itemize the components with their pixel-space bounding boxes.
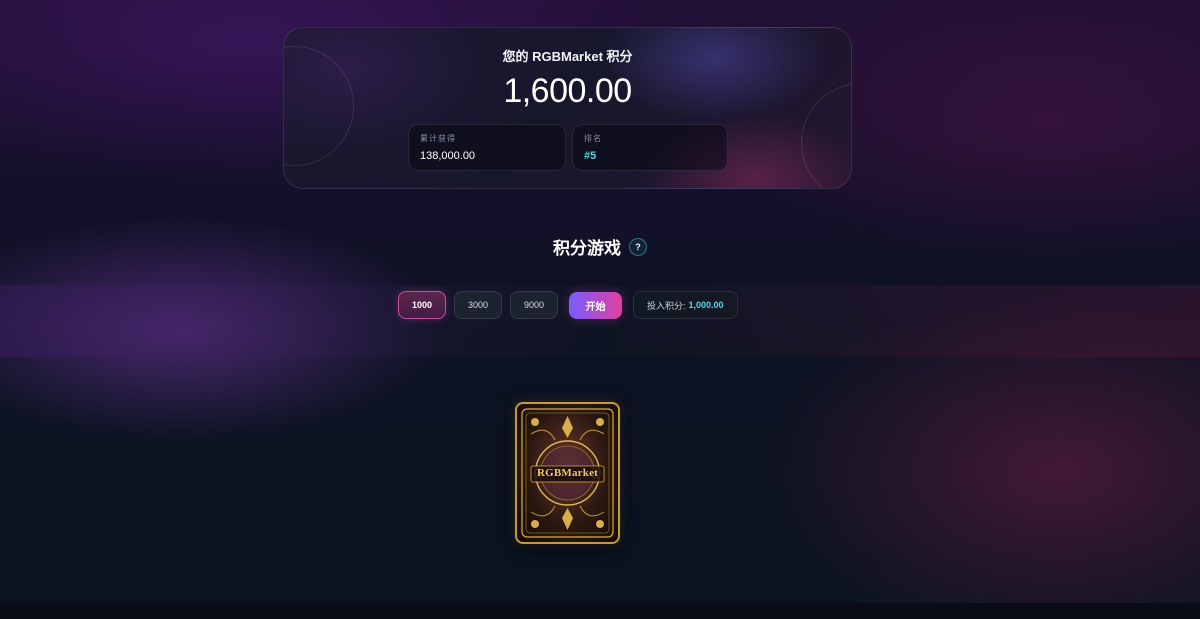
game-card-back[interactable]: RGBMarket (515, 402, 620, 544)
rank-box: 排名 #5 (572, 124, 728, 171)
total-earned-label: 累计获得 (420, 134, 456, 143)
total-earned-value: 138,000.00 (420, 150, 476, 162)
rank-value: #5 (584, 150, 597, 162)
game-title: 积分游戏 (553, 239, 621, 258)
bet-display: 投入积分: 1,000.00 (633, 291, 738, 319)
bet-amount: 1,000.00 (688, 300, 724, 310)
points-title: 您的 RGBMarket 积分 (502, 49, 633, 64)
bet-label: 投入积分: (647, 300, 686, 311)
rank-label: 排名 (584, 134, 602, 143)
amount-button-9000[interactable]: 9000 (510, 291, 558, 319)
points-card: 您的 RGBMarket 积分 1,600.00 累计获得 138,000.00… (283, 27, 852, 189)
game-header: 积分游戏 ? (0, 234, 1200, 259)
help-button[interactable]: ? (629, 237, 647, 256)
amount-button-3000[interactable]: 3000 (454, 291, 502, 319)
start-button[interactable]: 开始 (569, 291, 622, 319)
card-brand-text: RGBMarket (536, 467, 599, 479)
amount-button-1000[interactable]: 1000 (398, 291, 446, 319)
bottom-band (0, 603, 1200, 619)
total-earned-box: 累计获得 138,000.00 (408, 124, 566, 171)
bet-controls: 1000 3000 9000 开始 投入积分: 1,000.00 (398, 291, 738, 319)
points-balance: 1,600.00 (503, 72, 632, 110)
